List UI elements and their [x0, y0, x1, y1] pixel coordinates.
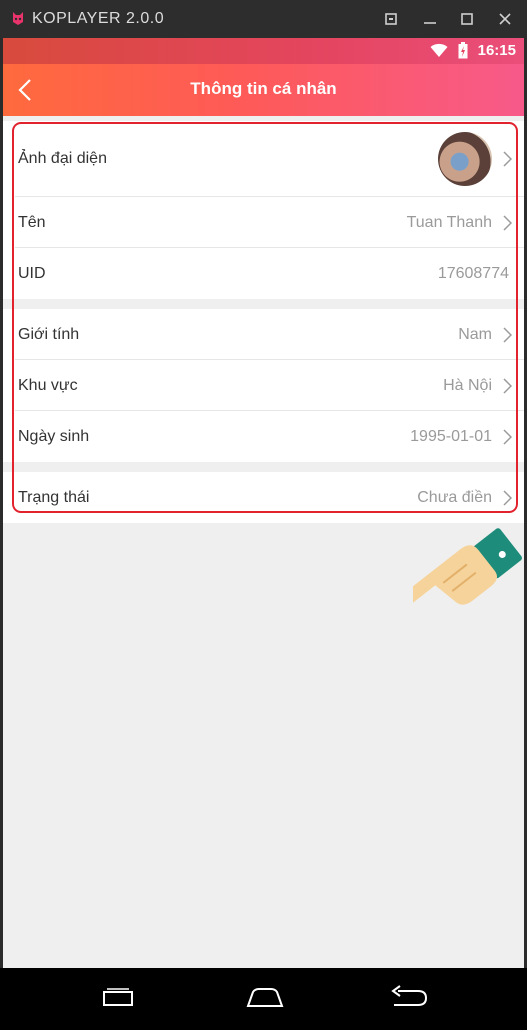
name-row[interactable]: Tên Tuan Thanh: [3, 197, 524, 248]
home-icon[interactable]: [245, 984, 285, 1012]
recent-apps-icon[interactable]: [98, 984, 138, 1012]
gender-value: Nam: [458, 325, 492, 343]
birthday-row[interactable]: Ngày sinh 1995-01-01: [3, 411, 524, 462]
uid-value: 17608774: [437, 264, 509, 282]
emulator-title: KOPLAYER 2.0.0: [32, 10, 165, 27]
profile-list: Ảnh đại diện Tên Tuan Thanh UID 17608774…: [3, 116, 524, 523]
name-value: Tuan Thanh: [406, 213, 492, 231]
gender-row[interactable]: Giới tính Nam: [3, 309, 524, 360]
app-bar: Thông tin cá nhân: [3, 64, 524, 116]
pointing-hand-icon: [413, 528, 522, 605]
battery-icon: [458, 42, 468, 59]
uid-label: UID: [18, 264, 46, 282]
status-label: Trạng thái: [18, 488, 90, 506]
birthday-value: 1995-01-01: [410, 427, 492, 445]
status-bar: 16:15: [3, 38, 524, 64]
page-title: Thông tin cá nhân: [190, 79, 337, 98]
wifi-icon: [430, 43, 448, 57]
region-label: Khu vực: [18, 376, 78, 394]
region-value: Hà Nội: [443, 376, 492, 394]
back-nav-icon[interactable]: [388, 984, 430, 1012]
minimize-icon[interactable]: [419, 8, 441, 30]
emulator-title-bar: KOPLAYER 2.0.0: [0, 0, 527, 38]
name-label: Tên: [18, 213, 46, 231]
maximize-icon[interactable]: [456, 8, 478, 30]
section-gap: [3, 462, 524, 472]
settings-window-icon[interactable]: [380, 8, 402, 30]
status-time: 16:15: [477, 42, 516, 59]
navigation-bar: [0, 968, 527, 1030]
chevron-right-icon: [503, 214, 512, 231]
avatar-row[interactable]: Ảnh đại diện: [3, 121, 524, 197]
avatar-label: Ảnh đại diện: [18, 150, 107, 167]
birthday-label: Ngày sinh: [18, 427, 90, 445]
gender-label: Giới tính: [18, 325, 80, 343]
phone-screen: 16:15 Thông tin cá nhân Ảnh đại diện Tên…: [3, 38, 524, 968]
avatar: [438, 132, 492, 186]
chevron-right-icon: [503, 151, 512, 167]
chevron-right-icon: [503, 428, 512, 445]
region-row[interactable]: Khu vực Hà Nội: [3, 360, 524, 411]
section-gap: [3, 299, 524, 309]
chevron-right-icon: [503, 377, 512, 394]
koplayer-logo-icon: [13, 12, 23, 25]
uid-row: UID 17608774: [3, 248, 524, 299]
chevron-right-icon: [503, 326, 512, 343]
close-icon[interactable]: [494, 8, 516, 30]
